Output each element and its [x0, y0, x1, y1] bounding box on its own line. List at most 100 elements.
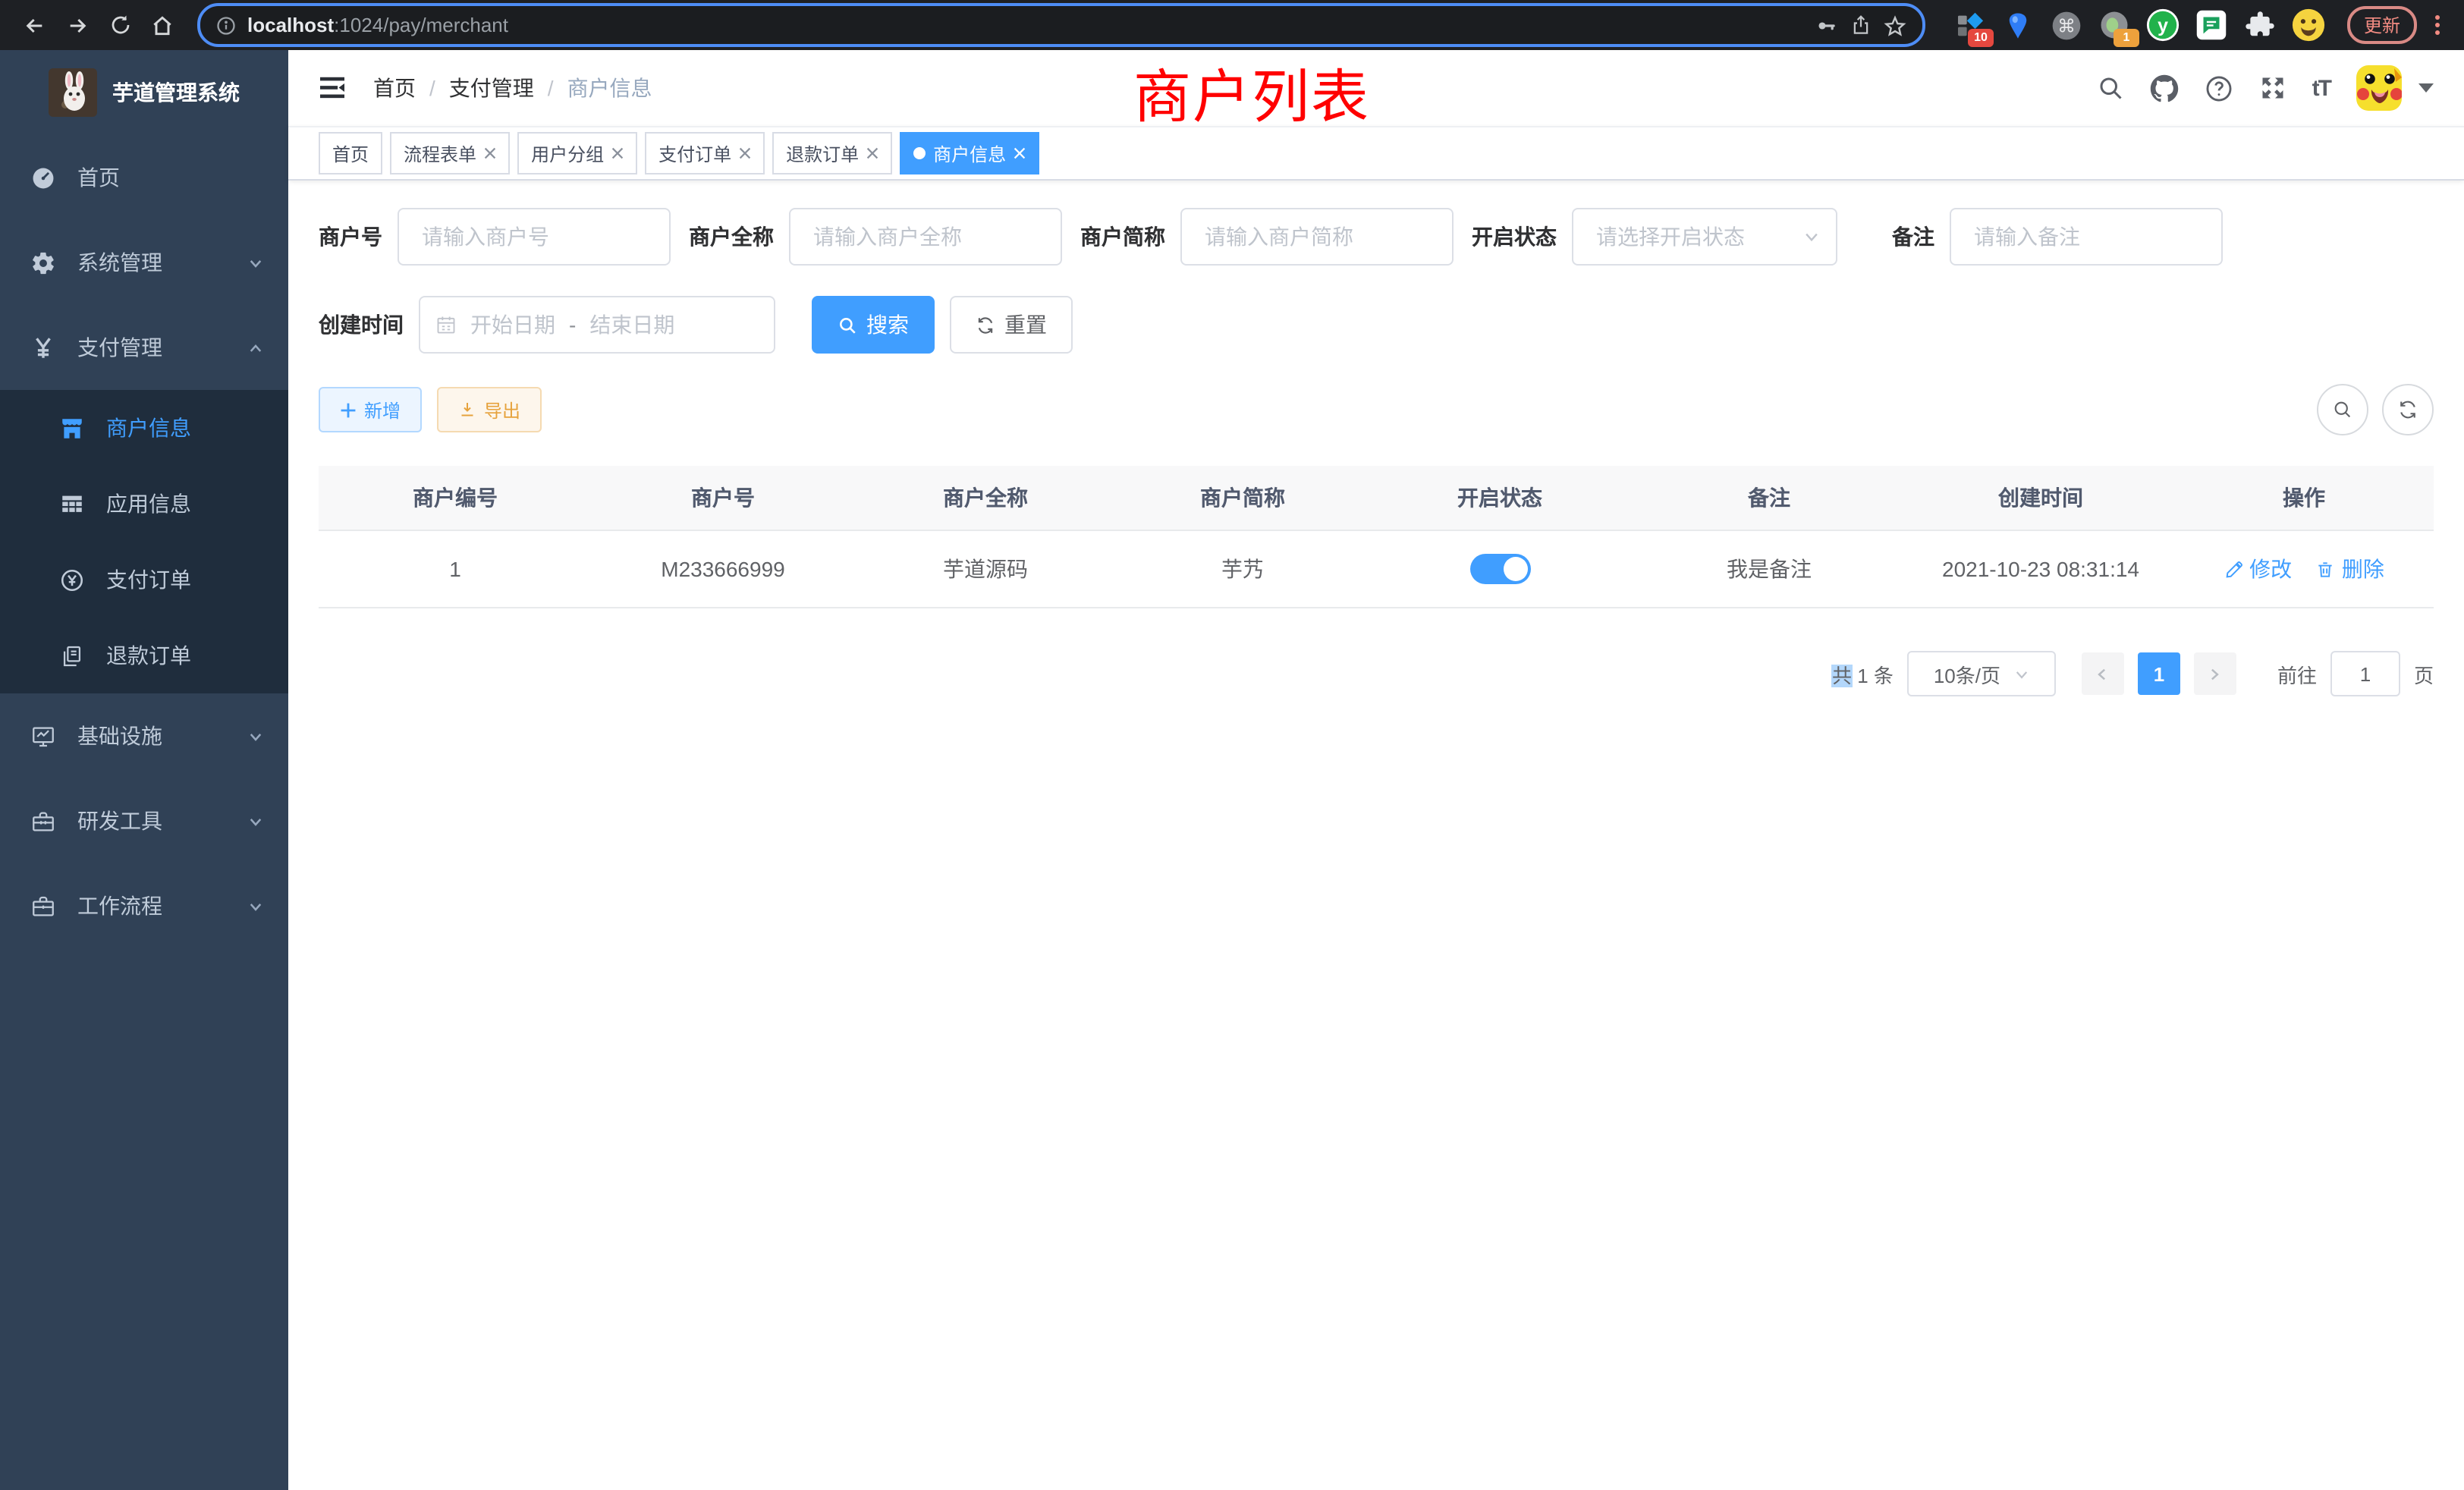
url-bar[interactable]: localhost:1024/pay/merchant — [197, 3, 1925, 47]
hide-search-button[interactable] — [2317, 384, 2368, 435]
font-size-icon[interactable]: tT — [2312, 75, 2330, 101]
breadcrumb-item[interactable]: 首页 — [373, 73, 416, 103]
sidebar-item-workflow[interactable]: 工作流程 — [0, 863, 288, 948]
breadcrumb-item[interactable]: 支付管理 — [449, 73, 534, 103]
svg-text:y: y — [2158, 15, 2169, 36]
sidebar-item-pay[interactable]: 支付管理 — [0, 305, 288, 390]
sidebar-item-label: 支付订单 — [106, 564, 191, 595]
filter-short-name: 商户简称 — [1080, 208, 1454, 266]
sidebar-item-app-info[interactable]: 应用信息 — [0, 466, 288, 542]
close-icon[interactable] — [739, 147, 751, 159]
refresh-table-button[interactable] — [2382, 384, 2434, 435]
browser-menu-icon[interactable] — [2426, 15, 2449, 35]
next-page-button[interactable] — [2194, 652, 2236, 695]
tab-home[interactable]: 首页 — [319, 132, 382, 174]
merchant-no-input[interactable] — [398, 208, 671, 266]
close-icon[interactable] — [1014, 147, 1026, 159]
sidebar-item-system[interactable]: 系统管理 — [0, 220, 288, 305]
help-icon[interactable] — [2205, 74, 2233, 102]
full-name-input[interactable] — [789, 208, 1062, 266]
chevron-down-icon — [1802, 228, 1821, 246]
refresh-icon — [2397, 399, 2418, 420]
bookmark-star-icon[interactable] — [1883, 13, 1907, 37]
sidebar-item-merchant-info[interactable]: 商户信息 — [0, 390, 288, 466]
status-select[interactable]: 请选择开启状态 — [1572, 208, 1837, 266]
tab-process-form[interactable]: 流程表单 — [390, 132, 510, 174]
table-toolbar: 新增 导出 — [319, 384, 2434, 435]
delete-link[interactable]: 删除 — [2316, 554, 2384, 584]
create-time-range-picker[interactable]: 开始日期 - 结束日期 — [419, 296, 775, 354]
add-button[interactable]: 新增 — [319, 387, 422, 432]
extensions-puzzle-icon[interactable] — [2242, 7, 2279, 43]
sidebar-item-refund-order[interactable]: 退款订单 — [0, 618, 288, 693]
tab-merchant-info[interactable]: 商户信息 — [900, 132, 1039, 174]
tab-label: 用户分组 — [531, 140, 604, 166]
sidebar-item-devtools[interactable]: 研发工具 — [0, 778, 288, 863]
top-navbar: 首页 / 支付管理 / 商户信息 — [288, 50, 2464, 126]
column-header: 商户简称 — [1117, 466, 1369, 530]
search-button-label: 搜索 — [866, 310, 909, 340]
delete-link-label: 删除 — [2342, 554, 2384, 584]
extension-gem-icon[interactable] — [2000, 7, 2036, 43]
sidebar-item-pay-order[interactable]: 支付订单 — [0, 542, 288, 618]
browser-update-button[interactable]: 更新 — [2347, 6, 2417, 44]
sidebar-item-home[interactable]: 首页 — [0, 135, 288, 220]
share-icon[interactable] — [1850, 14, 1872, 36]
yen-icon — [30, 335, 56, 360]
table-header-row: 商户编号 商户号 商户全称 商户简称 开启状态 备注 创建时间 操作 — [319, 466, 2434, 530]
page-number-current[interactable]: 1 — [2138, 652, 2180, 695]
page-info-icon[interactable] — [215, 14, 237, 36]
breadcrumb-separator: / — [548, 76, 554, 100]
export-button[interactable]: 导出 — [437, 387, 542, 432]
tags-view: 首页 流程表单 用户分组 支付订单 退款订单 商户信息 — [288, 126, 2464, 181]
status-toggle[interactable] — [1469, 554, 1530, 584]
grid-table-icon — [59, 491, 85, 517]
github-icon[interactable] — [2150, 74, 2179, 102]
page-size-select[interactable]: 10条/页 — [1907, 651, 2056, 696]
sidebar-item-infra[interactable]: 基础设施 — [0, 693, 288, 778]
password-key-icon[interactable] — [1815, 13, 1839, 37]
extension-command-icon[interactable]: ⌘ — [2048, 7, 2085, 43]
url-text[interactable]: localhost:1024/pay/merchant — [247, 14, 1804, 36]
header-search-icon[interactable] — [2097, 74, 2124, 102]
app-logo-row[interactable]: 芋道管理系统 — [0, 50, 288, 135]
browser-reload-icon[interactable] — [100, 5, 140, 45]
extension-chat-icon[interactable] — [2194, 7, 2230, 43]
browser-toolbar: localhost:1024/pay/merchant 10 ⌘ 1 — [0, 0, 2464, 50]
edit-link[interactable]: 修改 — [2224, 554, 2292, 584]
tab-pay-order[interactable]: 支付订单 — [645, 132, 765, 174]
date-separator: - — [569, 313, 576, 337]
tab-refund-order[interactable]: 退款订单 — [772, 132, 892, 174]
cell-merchant-no: M233666999 — [592, 530, 854, 608]
search-icon — [838, 315, 857, 335]
browser-back-icon[interactable] — [15, 5, 55, 45]
close-icon[interactable] — [611, 147, 624, 159]
sidebar-collapse-icon[interactable] — [319, 76, 346, 100]
goto-page-input[interactable] — [2330, 651, 2400, 696]
remark-input[interactable] — [1950, 208, 2223, 266]
calendar-icon — [435, 314, 457, 335]
extension-y-icon[interactable]: y — [2145, 7, 2182, 43]
filter-remark: 备注 — [1892, 208, 2223, 266]
fullscreen-icon[interactable] — [2259, 74, 2286, 102]
pagination-total-rest: 1 条 — [1852, 664, 1894, 687]
app-title: 芋道管理系统 — [112, 77, 240, 108]
sidebar-item-label: 应用信息 — [106, 489, 191, 519]
extension-capture-icon[interactable]: 1 — [2097, 7, 2133, 43]
browser-forward-icon[interactable] — [58, 5, 97, 45]
extension-blocks-icon[interactable]: 10 — [1951, 7, 1988, 43]
close-icon[interactable] — [866, 147, 878, 159]
close-icon[interactable] — [484, 147, 496, 159]
browser-home-icon[interactable] — [143, 5, 182, 45]
goto-label: 前往 — [2277, 659, 2317, 688]
avatar-caret-icon[interactable] — [2418, 83, 2434, 93]
tab-user-group[interactable]: 用户分组 — [517, 132, 637, 174]
short-name-input[interactable] — [1180, 208, 1454, 266]
chevron-down-icon — [2013, 665, 2029, 682]
search-button[interactable]: 搜索 — [812, 296, 935, 354]
browser-profile-avatar[interactable] — [2291, 7, 2327, 43]
prev-page-button[interactable] — [2082, 652, 2124, 695]
reset-button[interactable]: 重置 — [950, 296, 1073, 354]
filter-row-2: 创建时间 开始日期 - 结束日期 搜索 重置 — [319, 296, 2434, 354]
user-avatar[interactable] — [2356, 65, 2402, 111]
